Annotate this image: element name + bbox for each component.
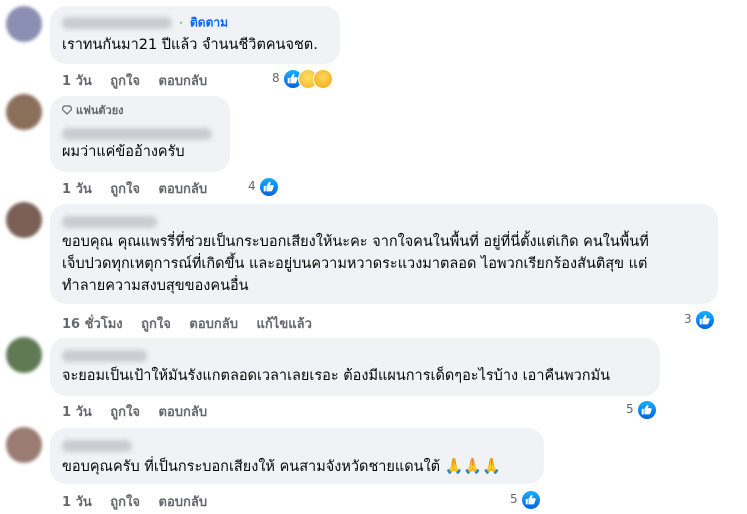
- author-name[interactable]: [62, 215, 157, 228]
- badge-label: แฟนตัวยง: [76, 104, 124, 117]
- comment-text-line: เจ็บปวดทุกเหตุการณ์ที่เกิดขึ้น และอยู่บน…: [62, 256, 648, 272]
- timestamp[interactable]: 1 วัน: [62, 495, 92, 510]
- comment-text: ผมว่าแค่ข้ออ้างครับ: [62, 144, 185, 160]
- comment-bubble: จะยอมเป็นเป้าให้มันรังแกตลอดเวลาเลยเรอะ …: [50, 338, 660, 396]
- timestamp[interactable]: 16 ชั่วโมง: [62, 317, 123, 332]
- comment-actions: 1 วัน ถูกใจ ตอบกลับ: [62, 70, 221, 91]
- like-button[interactable]: ถูกใจ: [110, 182, 140, 197]
- reactions-summary[interactable]: 3: [684, 309, 716, 330]
- like-icon: [695, 309, 716, 330]
- avatar[interactable]: [6, 337, 42, 373]
- avatar[interactable]: [6, 202, 42, 238]
- care-icon: [313, 68, 334, 89]
- timestamp[interactable]: 1 วัน: [62, 405, 92, 420]
- reaction-count: 5: [510, 492, 518, 506]
- follow-button[interactable]: ติดตาม: [190, 16, 228, 30]
- comment-actions: 1 วัน ถูกใจ ตอบกลับ: [62, 178, 221, 199]
- avatar[interactable]: [6, 6, 42, 42]
- comment-text-body: ขอบคุณครับ ที่เป็นกระบอกเสียงให้ คนสามจั…: [62, 459, 441, 475]
- author-name[interactable]: [62, 349, 147, 362]
- reply-button[interactable]: ตอบกลับ: [159, 74, 208, 89]
- reply-button[interactable]: ตอบกลับ: [159, 495, 208, 510]
- like-icon: [259, 176, 280, 197]
- separator-dot: ·: [179, 15, 183, 30]
- comment-bubble: ขอบคุณครับ ที่เป็นกระบอกเสียงให้ คนสามจั…: [50, 428, 544, 484]
- reply-button[interactable]: ตอบกลับ: [159, 182, 208, 197]
- reactions-summary[interactable]: 8: [272, 68, 334, 89]
- comment-text: จะยอมเป็นเป้าให้มันรังแกตลอดเวลาเลยเรอะ …: [62, 368, 611, 384]
- reactions-summary[interactable]: 5: [510, 489, 542, 510]
- top-fan-badge: แฟนตัวยง: [62, 103, 218, 119]
- comment-bubble: แฟนตัวยง ผมว่าแค่ข้ออ้างครับ: [50, 96, 230, 172]
- author-name[interactable]: [62, 439, 132, 452]
- reply-button[interactable]: ตอบกลับ: [159, 405, 208, 420]
- comment-bubble: ขอบคุณ คุณแพรรี่ที่ช่วยเป็นกระบอกเสียงให…: [50, 204, 718, 304]
- diamond-icon: [62, 105, 72, 115]
- comment-actions: 1 วัน ถูกใจ ตอบกลับ: [62, 401, 221, 422]
- avatar[interactable]: [6, 427, 42, 463]
- like-button[interactable]: ถูกใจ: [110, 495, 140, 510]
- comment-text: ขอบคุณครับ ที่เป็นกระบอกเสียงให้ คนสามจั…: [62, 455, 532, 478]
- timestamp[interactable]: 1 วัน: [62, 182, 92, 197]
- comment-bubble: · ติดตาม เราทนกันมา21 ปีแล้ว จำนนชีวิตคน…: [50, 6, 340, 64]
- comment-text-line: ขอบคุณ คุณแพรรี่ที่ช่วยเป็นกระบอกเสียงให…: [62, 234, 649, 250]
- comment-actions: 16 ชั่วโมง ถูกใจ ตอบกลับ แก้ไขแล้ว: [62, 313, 326, 334]
- reaction-count: 3: [684, 312, 692, 326]
- like-icon: [637, 399, 658, 420]
- author-name[interactable]: [62, 127, 212, 140]
- comment-actions: 1 วัน ถูกใจ ตอบกลับ: [62, 491, 221, 512]
- like-button[interactable]: ถูกใจ: [110, 74, 140, 89]
- reactions-summary[interactable]: 4: [248, 176, 280, 197]
- edited-label[interactable]: แก้ไขแล้ว: [257, 317, 312, 332]
- like-button[interactable]: ถูกใจ: [141, 317, 171, 332]
- reactions-summary[interactable]: 5: [626, 399, 658, 420]
- avatar[interactable]: [6, 94, 42, 130]
- pray-emoji: 🙏🙏🙏: [444, 457, 501, 475]
- reaction-count: 8: [272, 71, 280, 85]
- author-name[interactable]: [62, 16, 172, 29]
- like-icon: [521, 489, 542, 510]
- like-button[interactable]: ถูกใจ: [110, 405, 140, 420]
- reply-button[interactable]: ตอบกลับ: [189, 317, 238, 332]
- reaction-count: 5: [626, 402, 634, 416]
- comment-text-line: ทำลายความสงบสุขของคนอื่น: [62, 278, 249, 294]
- timestamp[interactable]: 1 วัน: [62, 74, 92, 89]
- comment-text: เราทนกันมา21 ปีแล้ว จำนนชีวิตคนจชต.: [62, 37, 318, 53]
- reaction-count: 4: [248, 179, 256, 193]
